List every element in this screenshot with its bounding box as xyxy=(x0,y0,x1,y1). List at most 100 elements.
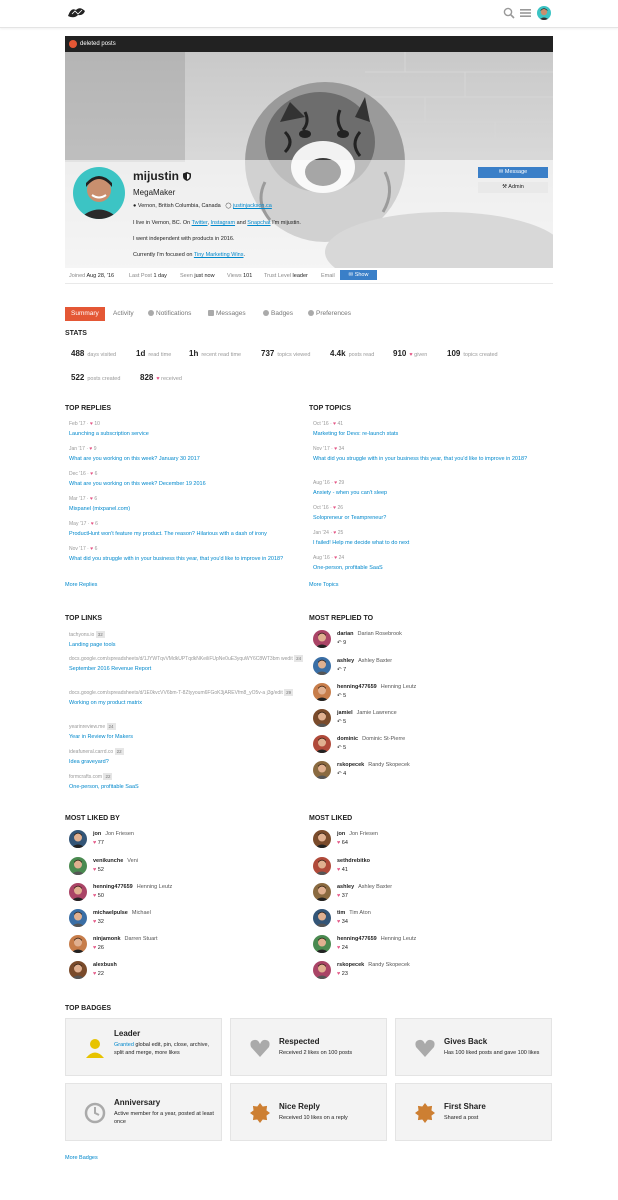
username-link[interactable]: ninjamonk xyxy=(93,936,121,942)
user-row[interactable]: henning477659 Henning Leutz ↶ 5 xyxy=(313,683,513,705)
user-avatar[interactable] xyxy=(313,630,331,648)
user-avatar[interactable] xyxy=(69,935,87,953)
user-row[interactable]: sethdrebitko ♥ 41 xyxy=(313,857,513,879)
post-title-link[interactable]: What are you working on this week? Janua… xyxy=(69,455,309,463)
badge-card[interactable]: Anniversary Active member for a year, pos… xyxy=(65,1083,222,1141)
site-logo[interactable] xyxy=(66,4,88,22)
user-avatar[interactable] xyxy=(69,909,87,927)
link-title[interactable]: Year in Review for Makers xyxy=(69,734,304,740)
username-link[interactable]: sethdrebitko xyxy=(337,858,370,864)
more-badges-link[interactable]: More Badges xyxy=(65,1155,98,1161)
post-title-link[interactable]: What did you struggle with in your busin… xyxy=(313,455,553,463)
tab-messages[interactable]: Messages xyxy=(208,307,246,321)
twitter-link[interactable]: Twitter xyxy=(192,220,208,226)
user-avatar[interactable] xyxy=(313,961,331,979)
badge-card[interactable]: Nice Reply Received 10 likes on a reply xyxy=(230,1083,387,1141)
user-row[interactable]: venikunche Veni ♥ 52 xyxy=(69,857,269,879)
user-avatar[interactable] xyxy=(69,857,87,875)
post-title-link[interactable]: Anxiety - when you can't sleep xyxy=(313,489,553,497)
username-link[interactable]: alexbush xyxy=(93,962,117,968)
badge-name[interactable]: Nice Reply xyxy=(279,1102,320,1111)
username-link[interactable]: dominic xyxy=(337,736,358,742)
tiny-marketing-wins-link[interactable]: Tiny Marketing Wins xyxy=(194,252,244,258)
username-link[interactable]: henning477659 xyxy=(337,936,377,942)
user-avatar[interactable] xyxy=(313,657,331,675)
user-row[interactable]: henning477659 Henning Leutz ♥ 24 xyxy=(313,935,513,957)
admin-button[interactable]: ⚒ Admin xyxy=(478,182,548,193)
user-avatar[interactable] xyxy=(313,909,331,927)
show-email-button[interactable]: ✉ Show xyxy=(340,270,377,280)
username-link[interactable]: jon xyxy=(93,831,101,837)
user-row[interactable]: michaelpulse Michael ♥ 32 xyxy=(69,909,269,931)
username-link[interactable]: henning477659 xyxy=(337,684,377,690)
tab-preferences[interactable]: Preferences xyxy=(308,307,351,321)
username-link[interactable]: ashley xyxy=(337,884,354,890)
badge-granted-link[interactable]: Granted xyxy=(114,1042,134,1048)
tab-notifications[interactable]: Notifications xyxy=(148,307,191,321)
username-link[interactable]: tim xyxy=(337,910,345,916)
badge-name[interactable]: Anniversary xyxy=(114,1098,160,1107)
search-icon[interactable] xyxy=(503,7,515,19)
username-link[interactable]: michaelpulse xyxy=(93,910,128,916)
user-row[interactable]: jon Jon Friesen ♥ 77 xyxy=(69,830,269,852)
user-row[interactable]: rskopecek Randy Skopecek ↶ 4 xyxy=(313,761,513,783)
link-title[interactable]: Idea graveyard? xyxy=(69,759,304,765)
user-avatar[interactable] xyxy=(69,830,87,848)
post-title-link[interactable]: Solopreneur or Teampreneur? xyxy=(313,514,553,522)
link-title[interactable]: September 2016 Revenue Report xyxy=(69,666,304,672)
deleted-posts-bar[interactable]: deleted posts xyxy=(65,36,553,52)
user-avatar[interactable] xyxy=(313,857,331,875)
badge-name[interactable]: Respected xyxy=(279,1037,319,1046)
user-row[interactable]: ninjamonk Darren Stuart ♥ 26 xyxy=(69,935,269,957)
user-row[interactable]: jon Jon Friesen ♥ 64 xyxy=(313,830,513,852)
user-avatar[interactable] xyxy=(313,735,331,753)
user-row[interactable]: henning477659 Henning Leutz ♥ 50 xyxy=(69,883,269,905)
badge-name[interactable]: Gives Back xyxy=(444,1037,487,1046)
post-title-link[interactable]: One-person, profitable SaaS xyxy=(313,564,553,572)
user-row[interactable]: tim Tim Aton ♥ 34 xyxy=(313,909,513,931)
more-topics-link[interactable]: More Topics xyxy=(309,582,339,588)
link-title[interactable]: One-person, profitable SaaS xyxy=(69,784,304,790)
badge-card[interactable]: First Share Shared a post xyxy=(395,1083,552,1141)
username-link[interactable]: henning477659 xyxy=(93,884,133,890)
tab-activity[interactable]: Activity xyxy=(113,307,134,321)
link-title[interactable]: Working on my product matrix xyxy=(69,700,304,706)
tab-summary[interactable]: Summary xyxy=(65,307,105,321)
post-title-link[interactable]: What did you struggle with in your busin… xyxy=(69,555,309,563)
user-row[interactable]: darian Darian Rosebrook ↶ 9 xyxy=(313,630,513,652)
badge-card[interactable]: Leader Granted global edit, pin, close, a… xyxy=(65,1018,222,1076)
username-link[interactable]: rskopecek xyxy=(337,962,364,968)
username-link[interactable]: venikunche xyxy=(93,858,123,864)
user-row[interactable]: ashley Ashley Baxter ↶ 7 xyxy=(313,657,513,679)
badge-name[interactable]: Leader xyxy=(114,1029,140,1038)
message-button[interactable]: ✉ Message xyxy=(478,167,548,178)
user-avatar[interactable] xyxy=(313,683,331,701)
user-avatar[interactable] xyxy=(313,935,331,953)
profile-avatar[interactable] xyxy=(73,167,125,219)
instagram-link[interactable]: Instagram xyxy=(211,220,235,226)
current-user-avatar[interactable] xyxy=(537,6,551,20)
post-title-link[interactable]: Mixpanel (mixpanel.com) xyxy=(69,505,309,513)
badge-card[interactable]: Gives Back Has 100 liked posts and gave 1… xyxy=(395,1018,552,1076)
post-title-link[interactable]: I failed! Help me decide what to do next xyxy=(313,539,553,547)
post-title-link[interactable]: Marketing for Devs: re-launch stats xyxy=(313,430,553,438)
user-row[interactable]: ashley Ashley Baxter ♥ 37 xyxy=(313,883,513,905)
user-row[interactable]: dominic Dominic St-Pierre ↶ 5 xyxy=(313,735,513,757)
user-avatar[interactable] xyxy=(69,961,87,979)
user-row[interactable]: jamiel Jamie Lawrence ↶ 5 xyxy=(313,709,513,731)
user-avatar[interactable] xyxy=(313,830,331,848)
badge-name[interactable]: First Share xyxy=(444,1102,486,1111)
username-link[interactable]: darian xyxy=(337,631,354,637)
username-link[interactable]: jon xyxy=(337,831,345,837)
user-row[interactable]: rskopecek Randy Skopecek ♥ 23 xyxy=(313,961,513,983)
user-avatar[interactable] xyxy=(313,709,331,727)
user-avatar[interactable] xyxy=(313,761,331,779)
username-link[interactable]: ashley xyxy=(337,658,354,664)
post-title-link[interactable]: ProductHunt won't feature my product. Th… xyxy=(69,530,309,538)
user-row[interactable]: alexbush ♥ 22 xyxy=(69,961,269,983)
post-title-link[interactable]: Launching a subscription service xyxy=(69,430,309,438)
username-link[interactable]: rskopecek xyxy=(337,762,364,768)
snapchat-link[interactable]: Snapchat xyxy=(247,220,270,226)
username-link[interactable]: jamiel xyxy=(337,710,353,716)
post-title-link[interactable]: What are you working on this week? Decem… xyxy=(69,480,309,488)
